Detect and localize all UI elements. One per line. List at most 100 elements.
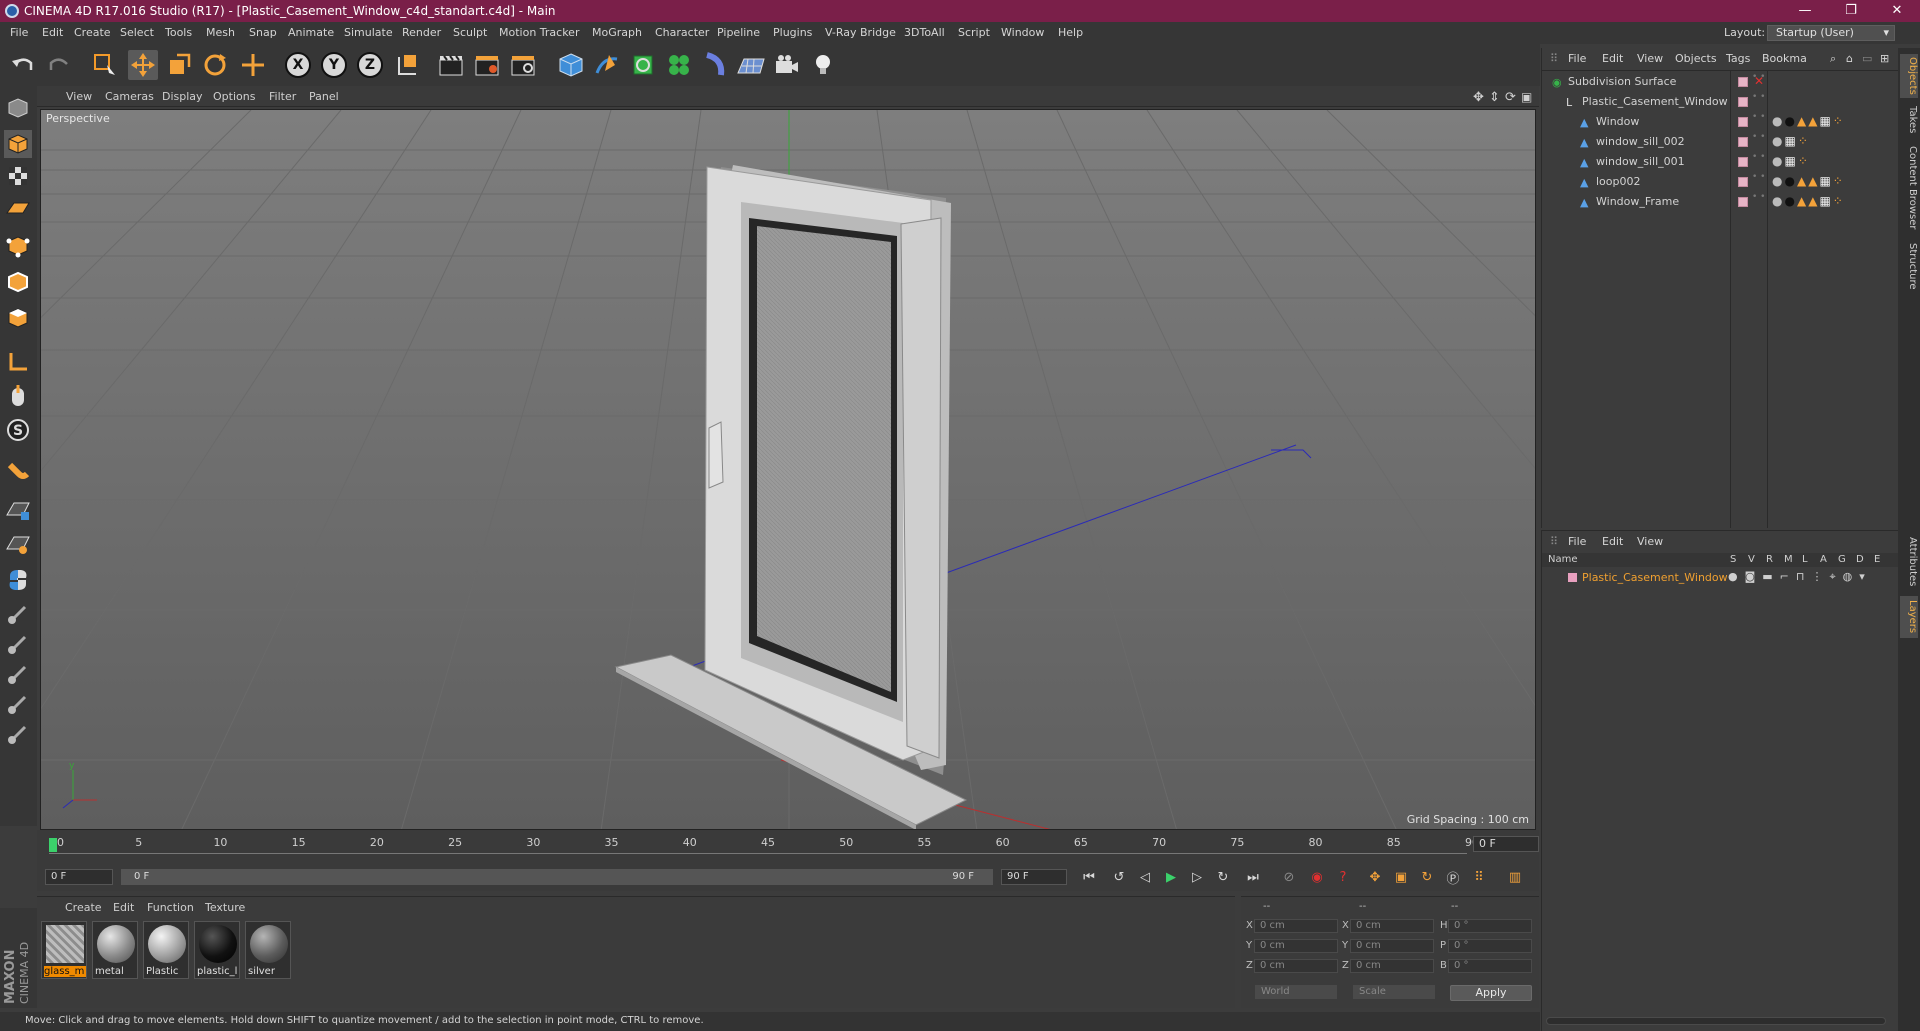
search-icon[interactable]: ⌕ (1830, 52, 1836, 66)
render-settings-button[interactable] (508, 50, 538, 80)
menu-vray-bridge[interactable]: V-Ray Bridge (825, 26, 896, 39)
spline-pen-button[interactable] (592, 50, 622, 80)
menu-snap[interactable]: Snap (249, 26, 277, 39)
magnet-button[interactable] (4, 456, 32, 484)
om-menu-file[interactable]: File (1568, 52, 1586, 65)
layer-menu-file[interactable]: File (1568, 535, 1586, 548)
timeline-end-field[interactable]: 0 F (1473, 836, 1539, 852)
menu-character[interactable]: Character (655, 26, 709, 39)
up-arrow-icon[interactable]: ▭ (1862, 52, 1872, 65)
menu-animate[interactable]: Animate (288, 26, 334, 39)
menu-script[interactable]: Script (958, 26, 990, 39)
live-selection-button[interactable] (90, 50, 120, 80)
home-icon[interactable]: ⌂ (1846, 52, 1853, 65)
object-row[interactable]: L Plastic_Casement_Window • • (1542, 92, 1899, 112)
keyframe-selection-button[interactable]: ? (1331, 866, 1355, 888)
coord-value-field[interactable]: 0 cm (1350, 919, 1434, 933)
3d-viewport[interactable]: y Perspective Grid Spacing : 100 cm (40, 109, 1536, 830)
menu-3dtoall[interactable]: 3DToAll (904, 26, 945, 39)
coordinate-space-dropdown[interactable]: World (1255, 985, 1337, 999)
layer-color-swatch[interactable] (1568, 573, 1577, 582)
z-axis-lock[interactable]: Z (357, 52, 383, 78)
om-menu-tags[interactable]: Tags (1726, 52, 1750, 65)
render-picture-viewer-button[interactable] (472, 50, 502, 80)
brush-tool-2[interactable] (4, 630, 32, 658)
object-tags-icons[interactable]: ●▦⁘ (1772, 154, 1810, 168)
autokey-button[interactable]: ◉ (1305, 866, 1329, 888)
maximize-button[interactable]: ❐ (1828, 0, 1874, 22)
brush-tool-3[interactable] (4, 660, 32, 688)
coord-value-field[interactable]: 0 ° (1448, 959, 1532, 973)
tweak-mode-button[interactable] (4, 382, 32, 410)
object-tags-icons[interactable]: ●●▲▲▦⁘ (1772, 174, 1845, 188)
current-frame-field[interactable]: 0 F (45, 869, 113, 885)
key-pla-button[interactable]: ⠿ (1467, 866, 1491, 888)
tab-structure[interactable]: Structure (1900, 238, 1918, 294)
previous-key-button[interactable]: ↺ (1107, 866, 1131, 888)
viewport-maximize-icon[interactable]: ▣ (1521, 90, 1532, 104)
redo-button[interactable] (44, 50, 74, 80)
tab-content-browser[interactable]: Content Browser (1900, 142, 1918, 234)
object-tags-icons[interactable]: ●▦⁘ (1772, 134, 1810, 148)
playhead-marker[interactable] (49, 838, 57, 852)
om-menu-objects[interactable]: Objects (1675, 52, 1717, 65)
viewport-pan-icon[interactable]: ✥ (1473, 90, 1484, 105)
timeline-window-button[interactable]: ▥ (1503, 866, 1527, 888)
coordinate-system-button[interactable] (393, 50, 423, 80)
menu-window[interactable]: Window (1001, 26, 1044, 39)
point-mode-button[interactable] (4, 232, 32, 260)
menu-edit[interactable]: Edit (42, 26, 63, 39)
workplane-mode-button[interactable] (4, 194, 32, 222)
axis-mode-button[interactable] (4, 348, 32, 376)
layout-dropdown[interactable]: Startup (User) ▾ (1767, 25, 1895, 41)
make-editable-button[interactable] (4, 94, 32, 122)
om-menu-edit[interactable]: Edit (1602, 52, 1623, 65)
coord-value-field[interactable]: 0 ° (1448, 939, 1532, 953)
tab-takes[interactable]: Takes (1900, 102, 1918, 138)
subdivision-surface-button[interactable] (628, 50, 658, 80)
material-menu-texture[interactable]: Texture (205, 901, 245, 914)
record-keys-button[interactable]: ⊘ (1277, 866, 1301, 888)
previous-frame-button[interactable]: ◁ (1133, 866, 1157, 888)
menu-pipeline[interactable]: Pipeline (717, 26, 760, 39)
brush-tool-4[interactable] (4, 690, 32, 718)
object-row[interactable]: ◉ Subdivision Surface • • ✕ (1542, 72, 1899, 92)
menu-tools[interactable]: Tools (165, 26, 192, 39)
menu-file[interactable]: File (10, 26, 28, 39)
rotate-tool-button[interactable] (200, 50, 230, 80)
layer-horizontal-scrollbar[interactable] (1546, 1017, 1886, 1025)
coord-value-field[interactable]: 0 cm (1254, 939, 1338, 953)
layer-color-chip[interactable] (1738, 97, 1748, 107)
coord-value-field[interactable]: 0 ° (1448, 919, 1532, 933)
minimize-button[interactable]: — (1782, 0, 1828, 22)
viewport-rotate-icon[interactable]: ⟳ (1505, 90, 1516, 105)
brush-tool-5[interactable] (4, 720, 32, 748)
light-button[interactable] (808, 50, 838, 80)
om-menu-view[interactable]: View (1637, 52, 1663, 65)
menu-select[interactable]: Select (120, 26, 154, 39)
planar-workplane-button[interactable] (4, 530, 32, 558)
object-row[interactable]: ▲ loop002 • • ●●▲▲▦⁘ (1542, 172, 1899, 192)
object-row[interactable]: ▲ Window_Frame • • ●●▲▲▦⁘ (1542, 192, 1899, 212)
apply-button[interactable]: Apply (1450, 985, 1532, 1001)
next-frame-button[interactable]: ▷ (1185, 866, 1209, 888)
texture-mode-button[interactable] (4, 162, 32, 190)
transform-tool-button[interactable] (238, 50, 268, 80)
timeline[interactable]: 0 5 10 15 20 25 30 35 40 45 50 55 60 65 70 75 80 85 90 0 F (37, 830, 1539, 863)
tab-layers[interactable]: Layers (1900, 596, 1918, 638)
coord-value-field[interactable]: 0 cm (1350, 939, 1434, 953)
model-mode-button[interactable] (4, 130, 32, 158)
object-row[interactable]: ▲ window_sill_002 • • ●▦⁘ (1542, 132, 1899, 152)
material-menu-edit[interactable]: Edit (113, 901, 134, 914)
object-row[interactable]: ▲ Window • • ●●▲▲▦⁘ (1542, 112, 1899, 132)
visibility-dots-icon[interactable]: • • (1752, 133, 1765, 142)
material-swatch[interactable]: plastic_l (194, 921, 240, 979)
menu-mesh[interactable]: Mesh (206, 26, 235, 39)
key-rotation-button[interactable]: ↻ (1415, 866, 1439, 888)
coord-value-field[interactable]: 0 cm (1254, 919, 1338, 933)
play-button[interactable]: ▶ (1159, 866, 1183, 888)
disabled-x-icon[interactable]: ✕ (1754, 74, 1764, 88)
menu-create[interactable]: Create (74, 26, 111, 39)
key-position-button[interactable]: ✥ (1363, 866, 1387, 888)
layer-menu-view[interactable]: View (1637, 535, 1663, 548)
